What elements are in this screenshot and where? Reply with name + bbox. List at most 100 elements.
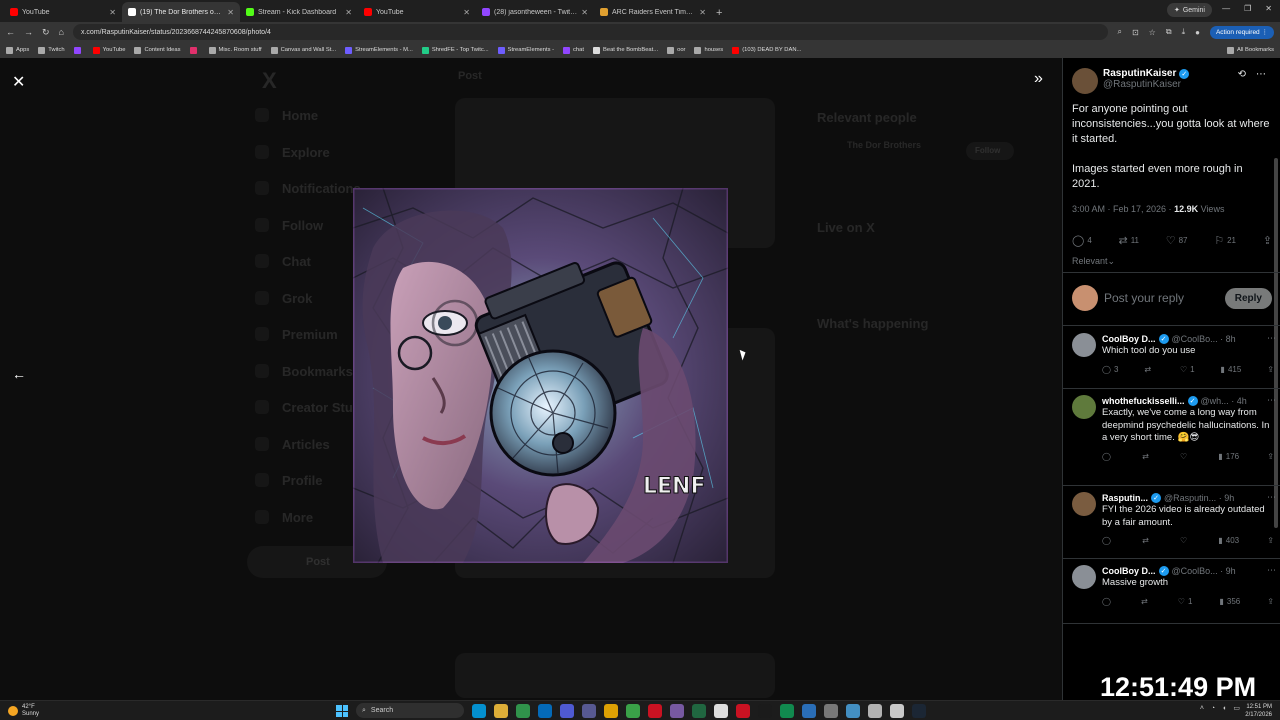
taskbar-app-icon[interactable] [560,704,574,718]
url-input[interactable]: x.com/RasputinKaiser/status/202366874424… [72,24,1109,40]
close-tab-icon[interactable]: ✕ [345,8,352,17]
avatar[interactable] [1072,395,1096,419]
browser-tab[interactable]: ARC Raiders Event Timers | Me✕ [594,2,712,22]
reply-handle[interactable]: @CoolBo... · 9h [1172,566,1265,576]
profile-icon[interactable]: ● [1195,28,1200,37]
bookmark-item[interactable]: Beat the BombBeat... [592,46,658,54]
reply-item[interactable]: CoolBoy D... ✓ @CoolBo... · 9h ⋯ Massive gro… [1072,565,1276,606]
maximize-icon[interactable]: ❐ [1244,4,1251,13]
bookmark-item[interactable]: YouTube [92,46,125,54]
home-icon[interactable]: ⌂ [59,27,64,37]
reply-author-name[interactable]: whothefuckisselli... [1102,396,1185,406]
tweet-timestamp[interactable]: 3:00 AM · Feb 17, 2026 · [1072,204,1174,214]
chevron-up-icon[interactable]: ˄ [1200,705,1204,712]
bookmark-action[interactable]: ⚐ 21 [1214,234,1236,247]
previous-photo-icon[interactable]: ← [12,366,26,382]
taskbar-app-icon[interactable] [912,704,926,718]
new-tab-icon[interactable]: + [716,7,722,22]
like-action[interactable]: ♡ 1 [1178,597,1193,606]
avatar[interactable] [1072,68,1098,94]
browser-tab[interactable]: (19) The Dor Brothers on X: "W✕ [122,2,240,22]
close-window-icon[interactable]: ✕ [1265,4,1272,13]
reply-handle[interactable]: @Rasputin... · 9h [1164,493,1264,503]
share-action[interactable]: ⇪ [1263,234,1272,247]
taskbar-app-icon[interactable] [494,704,508,718]
extension-icon[interactable]: ⧉ [1166,27,1172,37]
reply-item[interactable]: whothefuckisselli... ✓ @wh... · 4h ⋯ Exactly… [1072,395,1276,461]
media-photo[interactable]: LENF [353,188,728,563]
share-action[interactable]: ⇪ [1267,452,1274,461]
browser-tab[interactable]: YouTube ✕ [358,2,476,22]
taskbar-app-icon[interactable] [868,704,882,718]
bookmark-item[interactable]: StreamElements - M... [345,46,413,54]
like-action[interactable]: ♡ [1180,536,1190,545]
like-action[interactable]: ♡ 87 [1166,234,1188,247]
reply-author-name[interactable]: CoolBoy D... [1102,334,1156,344]
close-tab-icon[interactable]: ✕ [227,8,234,17]
repost-action[interactable]: ⇄ [1141,597,1151,606]
download-icon[interactable]: ⤓ [1182,27,1186,37]
reply-item[interactable]: CoolBoy D... ✓ @CoolBo... · 8h ⋯ Which tool … [1072,333,1276,374]
windows-start-icon[interactable] [336,705,348,717]
action-required-button[interactable]: Action required ⋮ [1209,25,1274,39]
close-tab-icon[interactable]: ✕ [463,8,470,17]
bookmark-item[interactable]: Canvas and Wall St... [270,46,336,54]
more-options-icon[interactable]: ⋯ [1267,492,1276,503]
more-options-icon[interactable]: ⋯ [1267,395,1276,406]
taskbar-app-icon[interactable] [516,704,530,718]
bookmark-item[interactable]: Apps [6,46,29,54]
bookmark-item[interactable]: oor [667,46,685,54]
bookmark-item[interactable]: houses [694,46,723,54]
taskbar-app-icon[interactable] [824,704,838,718]
avatar[interactable] [1072,333,1096,357]
bookmark-item[interactable]: chat [563,46,584,54]
taskbar-search[interactable]: ⌕ Search [356,703,464,718]
close-tab-icon[interactable]: ✕ [581,8,588,17]
minimize-icon[interactable]: — [1222,4,1230,13]
bookmark-item[interactable]: Misc. Room stuff [208,46,262,54]
taskbar-app-icon[interactable] [846,704,860,718]
taskbar-app-icon[interactable] [648,704,662,718]
close-tab-icon[interactable]: ✕ [109,8,116,17]
taskbar-app-icon[interactable] [780,704,794,718]
reply-handle[interactable]: @wh... · 4h [1201,396,1264,406]
reply-action[interactable]: ◯ [1102,597,1114,606]
reply-handle[interactable]: @CoolBo... · 8h [1172,334,1265,344]
reply-action[interactable]: ◯ 4 [1072,234,1092,247]
taskbar-app-icon[interactable] [736,704,750,718]
taskbar-app-icon[interactable] [538,704,552,718]
taskbar-clock[interactable]: 12:51 PM 2/17/2026 [1245,703,1272,719]
bookmark-item[interactable]: StreamElements - [497,46,554,54]
back-icon[interactable]: ← [6,27,15,37]
all-bookmarks[interactable]: All Bookmarks [1226,46,1274,54]
battery-icon[interactable]: ▭ [1233,704,1240,712]
like-action[interactable]: ♡ 1 [1180,365,1195,374]
taskbar-app-icon[interactable] [692,704,706,718]
views-action[interactable]: ▮ 403 [1218,536,1239,545]
reply-author-name[interactable]: CoolBoy D... [1102,566,1156,576]
tweet-author[interactable]: RasputinKaiser ✓ @RasputinKaiser [1072,68,1190,94]
reply-action[interactable]: ◯ 3 [1102,365,1118,374]
taskbar-app-icon[interactable] [758,704,772,718]
close-tab-icon[interactable]: ✕ [699,8,706,17]
avatar[interactable] [1072,565,1096,589]
repost-action[interactable]: ⇄ [1142,536,1152,545]
bookmark-item[interactable]: (103) DEAD BY DAN... [732,46,801,54]
network-icon[interactable]: ◔ [1211,705,1215,712]
reply-button[interactable]: Reply [1224,287,1272,309]
reply-input[interactable]: Post your reply [1104,291,1219,305]
browser-tab[interactable]: Stream - Kick Dashboard ✕ [240,2,358,22]
reply-sort-dropdown[interactable]: Relevant⌄ [1072,256,1115,267]
repost-action[interactable]: ⇄ 11 [1118,234,1139,247]
weather-widget[interactable]: 42°F Sunny [8,704,39,718]
gemini-button[interactable]: ✦ Gemini [1166,3,1212,17]
volume-icon[interactable]: ◖ [1222,705,1226,712]
author-name[interactable]: RasputinKaiser ✓ [1103,68,1190,79]
taskbar-app-icon[interactable] [670,704,684,718]
bookmark-item[interactable] [189,46,200,54]
reply-item[interactable]: Rasputin... ✓ @Rasputin... · 9h ⋯ FYI the 20… [1072,492,1276,545]
taskbar-app-icon[interactable] [582,704,596,718]
taskbar-app-icon[interactable] [472,704,486,718]
repost-action[interactable]: ⇄ [1142,452,1152,461]
collapse-sidebar-icon[interactable]: » [1034,70,1043,88]
